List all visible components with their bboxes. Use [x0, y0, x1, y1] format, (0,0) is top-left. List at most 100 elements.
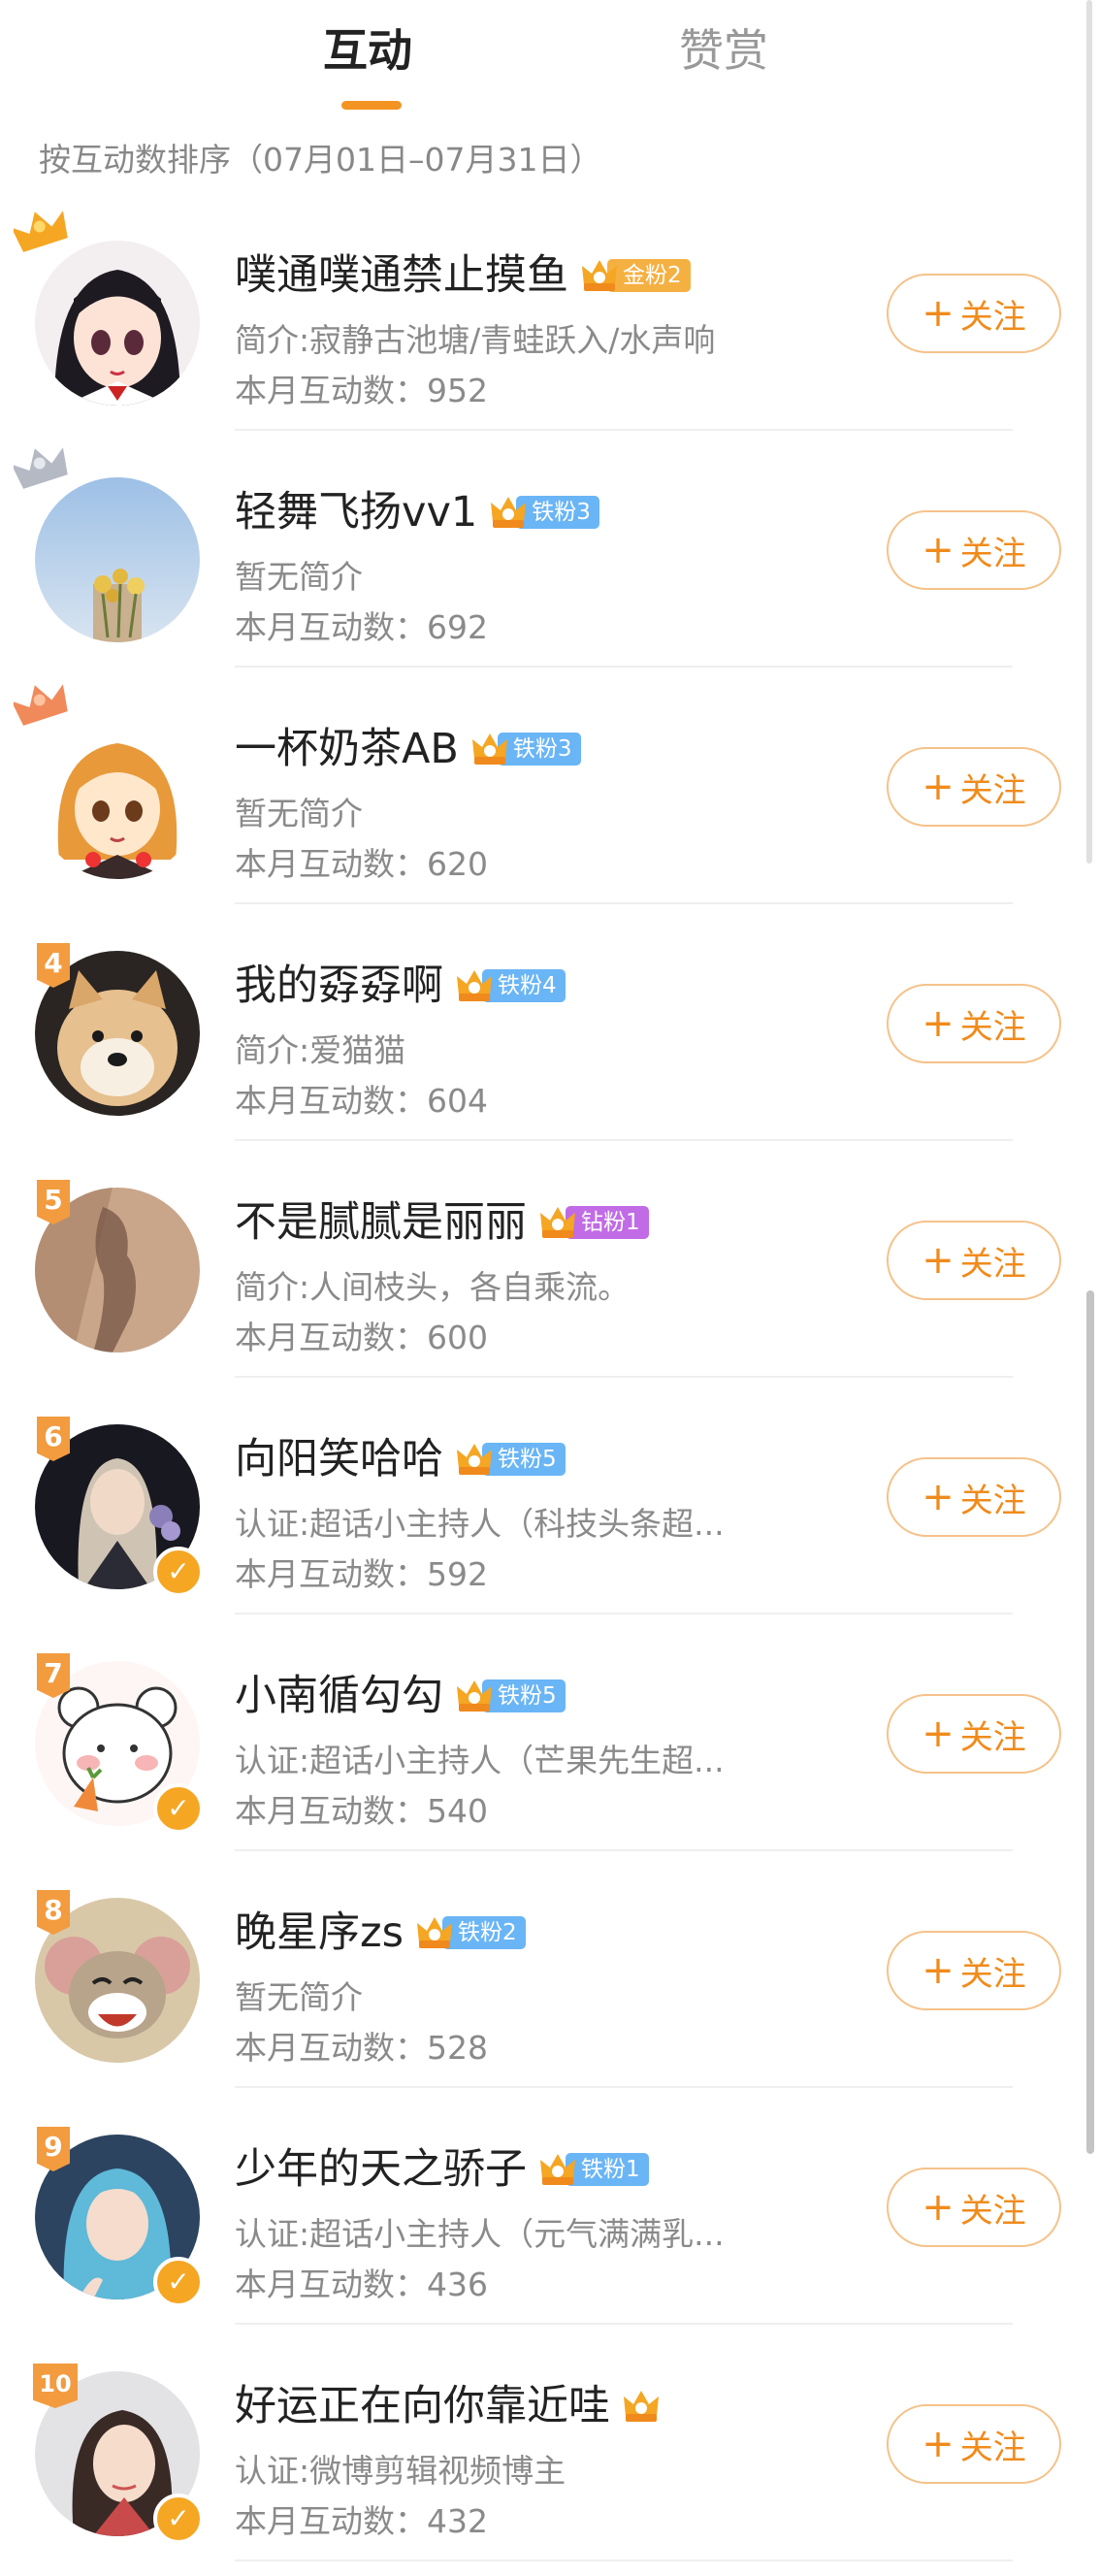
fan-badge [622, 2387, 659, 2426]
fan-crown-icon [540, 2154, 575, 2185]
interaction-count: 本月互动数：432 [235, 2502, 488, 2540]
list-item[interactable]: 5 不是腻腻是丽丽 钻粉1 简介:人间枝头，各自乘流。 本月互动数：600 + 关注 [0, 1141, 1100, 1378]
list-item[interactable]: 4 我的孬孬啊 铁粉4 简介:爱猫猫 本月互动数：604 + 关注 [0, 904, 1100, 1141]
interaction-count: 本月互动数：528 [235, 2029, 488, 2067]
rank-tag: 7 [37, 1653, 70, 1698]
list-item[interactable]: ✓ 6 向阳笑哈哈 铁粉5 认证:超话小主持人（科技头条超... 本月互动数：592 + 关注 [0, 1378, 1100, 1614]
follow-label: 关注 [959, 2428, 1026, 2467]
list-item[interactable]: 一杯奶茶AB 铁粉3 暂无简介 本月互动数：620 + 关注 [0, 668, 1100, 904]
follow-button[interactable]: + 关注 [887, 2404, 1061, 2484]
tab-reward[interactable]: 赞赏 [679, 21, 768, 80]
plus-icon: + [922, 1475, 954, 1519]
follow-button[interactable]: + 关注 [887, 274, 1061, 353]
fan-badge: 铁粉4 [455, 966, 566, 1005]
follow-button[interactable]: + 关注 [887, 1221, 1061, 1300]
user-name[interactable]: 好运正在向你靠近哇 [235, 2378, 610, 2434]
fan-badge: 金粉2 [580, 256, 691, 295]
name-line: 轻舞飞扬vv1 铁粉3 [235, 484, 599, 540]
user-intro: 认证:微博剪辑视频博主 [235, 2452, 566, 2490]
fan-crown-icon [416, 1917, 452, 1948]
user-name[interactable]: 我的孬孬啊 [235, 958, 443, 1014]
plus-icon: + [922, 1001, 954, 1046]
fan-level-label: 铁粉1 [566, 2153, 649, 2186]
gold-crown-icon [14, 211, 68, 252]
scrollbar[interactable] [1086, 1290, 1094, 2154]
active-tab-indicator [341, 101, 402, 110]
user-name[interactable]: 一杯奶茶AB [235, 721, 459, 777]
user-intro: 暂无简介 [235, 1978, 363, 2016]
follow-button[interactable]: + 关注 [887, 1457, 1061, 1537]
interaction-count: 本月互动数：592 [235, 1555, 488, 1593]
user-intro: 暂无简介 [235, 558, 363, 596]
follow-label: 关注 [959, 1244, 1026, 1284]
plus-icon: + [922, 1238, 954, 1283]
follow-button[interactable]: + 关注 [887, 984, 1061, 1063]
fan-crown-icon [491, 497, 527, 528]
follow-button[interactable]: + 关注 [887, 510, 1061, 590]
list-item[interactable]: 轻舞飞扬vv1 铁粉3 暂无简介本月互动数：692 + 关注 [0, 431, 1100, 668]
name-line: 噗通噗通禁止摸鱼 金粉2 [235, 247, 691, 304]
fan-level-label: 金粉2 [607, 259, 691, 292]
user-intro: 简介:爱猫猫 [235, 1031, 406, 1069]
user-name[interactable]: 轻舞飞扬vv1 [235, 484, 477, 540]
plus-icon: + [922, 291, 954, 336]
user-name[interactable]: 少年的天之骄子 [235, 2141, 527, 2198]
list-item[interactable]: ✓ 9 少年的天之骄子 铁粉1 认证:超话小主持人（元气满满乳... 本月互动数：436 +… [0, 2088, 1100, 2325]
fan-crown-icon [540, 1207, 575, 1238]
interaction-count: 本月互动数：620 [235, 845, 488, 883]
user-name[interactable]: 噗通噗通禁止摸鱼 [235, 247, 568, 304]
fan-badge: 铁粉5 [455, 1677, 566, 1715]
sort-label: 按互动数排序（07月01日–07月31日） [39, 141, 602, 179]
follow-label: 关注 [959, 534, 1026, 573]
follow-button[interactable]: + 关注 [887, 2168, 1061, 2247]
follow-label: 关注 [959, 1007, 1026, 1047]
fan-level-label: 铁粉3 [516, 496, 599, 529]
interaction-count: 本月互动数：692 [235, 608, 488, 646]
follow-button[interactable]: + 关注 [887, 747, 1061, 827]
follow-label: 关注 [959, 1481, 1026, 1520]
name-line: 晚星序zs 铁粉2 [235, 1905, 526, 1961]
follow-button[interactable]: + 关注 [887, 1931, 1061, 2010]
user-name[interactable]: 不是腻腻是丽丽 [235, 1194, 527, 1251]
verified-icon: ✓ [153, 2257, 204, 2307]
user-name[interactable]: 小南循勾勾 [235, 1668, 443, 1724]
verified-icon: ✓ [153, 2494, 204, 2544]
fan-level-label: 铁粉5 [482, 1679, 566, 1712]
verified-icon: ✓ [153, 1547, 204, 1597]
name-line: 我的孬孬啊 铁粉4 [235, 958, 566, 1014]
bronze-crown-icon [14, 684, 68, 726]
interaction-count: 本月互动数：952 [235, 372, 488, 409]
tab-interaction[interactable]: 互动 [323, 21, 412, 80]
user-intro: 认证:超话小主持人（科技头条超... [235, 1505, 725, 1543]
list-item[interactable]: ✓ 10 好运正在向你靠近哇 认证:微博剪辑视频博主 本月互动数：432 + 关注 [0, 2325, 1100, 2561]
follow-button[interactable]: + 关注 [887, 1694, 1061, 1774]
list-item[interactable]: ✓ 7 小南循勾勾 铁粉5 认证:超话小主持人（芒果先生超... 本月互动数：540 + 关注 [0, 1614, 1100, 1851]
fan-crown-icon [457, 1680, 492, 1712]
plus-icon: + [922, 765, 954, 809]
list-item[interactable]: 噗通噗通禁止摸鱼 金粉2 简介:寂静古池塘/青蛙跃入/水声响 本月互动数：952 + 关注 [0, 194, 1100, 431]
interaction-count: 本月互动数：436 [235, 2266, 488, 2303]
plus-icon: + [922, 1948, 954, 1993]
tab-bar: 互动 赞赏 [0, 0, 1100, 126]
fan-badge: 铁粉5 [455, 1440, 566, 1479]
fan-crown-icon [582, 260, 617, 291]
user-intro: 认证:超话小主持人（元气满满乳... [235, 2215, 725, 2253]
fan-badge: 铁粉2 [415, 1913, 526, 1952]
plus-icon: + [922, 1712, 954, 1756]
fan-level-label: 铁粉3 [497, 733, 581, 766]
fan-level-label: 钻粉1 [566, 1206, 649, 1239]
user-name[interactable]: 晚星序zs [235, 1905, 404, 1961]
fan-list: 噗通噗通禁止摸鱼 金粉2 简介:寂静古池塘/青蛙跃入/水声响 本月互动数：952 + 关注… [0, 194, 1100, 2561]
fan-level-label: 铁粉2 [441, 1916, 526, 1949]
follow-label: 关注 [959, 1954, 1026, 1994]
list-item[interactable]: 8 晚星序zs 铁粉2 暂无简介 本月互动数：528 + 关注 [0, 1851, 1100, 2088]
follow-label: 关注 [959, 1717, 1026, 1757]
user-intro: 认证:超话小主持人（芒果先生超... [235, 1742, 725, 1779]
rank-tag: 4 [37, 943, 70, 988]
user-name[interactable]: 向阳笑哈哈 [235, 1431, 443, 1487]
name-line: 不是腻腻是丽丽 钻粉1 [235, 1194, 649, 1251]
fan-crown-icon [457, 1444, 492, 1475]
divider [235, 2560, 1013, 2561]
plus-icon: + [922, 2185, 954, 2230]
interaction-count: 本月互动数：600 [235, 1319, 488, 1356]
